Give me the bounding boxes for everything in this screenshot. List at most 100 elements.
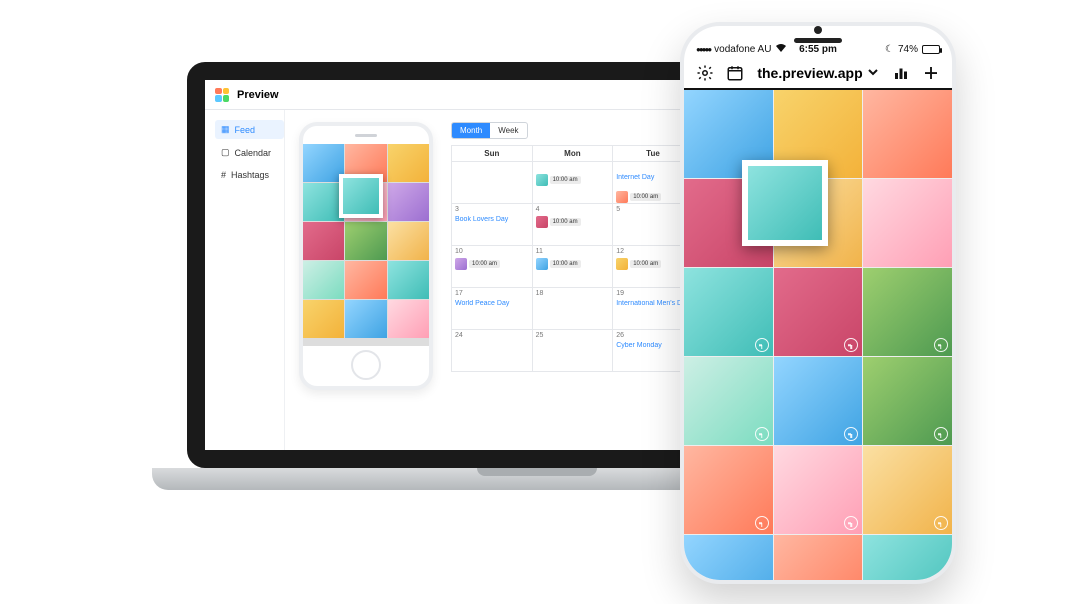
feed-cell[interactable]	[863, 446, 952, 534]
chevron-down-icon	[867, 65, 879, 81]
day-number: 26	[616, 332, 624, 339]
sidebar-item-label: Feed	[235, 125, 256, 135]
calendar-cell[interactable]: 17 World Peace Day	[452, 288, 533, 330]
scheduled-post[interactable]: 10:00 am	[536, 174, 610, 186]
calendar-cell[interactable]: 4 10:00 am	[533, 204, 614, 246]
day-number: 24	[455, 332, 463, 339]
calendar-event[interactable]: International Men's Day	[616, 300, 690, 307]
calendar-cell[interactable]: 3 Book Lovers Day	[452, 204, 533, 246]
battery-pct: 74%	[898, 44, 918, 55]
calendar-cell[interactable]: 11 10:00 am	[533, 246, 614, 288]
status-bar: ●●●●● vodafone AU 6:55 pm ☾ 74%	[684, 43, 952, 56]
calendar-cell[interactable]: 10 10:00 am	[452, 246, 533, 288]
day-number: 3	[455, 206, 459, 213]
feed-cell[interactable]	[863, 357, 952, 445]
scheduled-post[interactable]: 10:00 am	[616, 191, 690, 203]
post-time: 10:00 am	[550, 176, 581, 184]
feed-cell[interactable]	[684, 446, 773, 534]
mini-phone-preview	[299, 122, 433, 390]
sidebar-item-calendar[interactable]: ▢ Calendar	[215, 143, 284, 162]
view-month[interactable]: Month	[452, 123, 490, 138]
sidebar-item-label: Hashtags	[231, 170, 269, 180]
hashtags-icon: #	[221, 170, 226, 180]
scheduled-post[interactable]: 10:00 am	[616, 258, 690, 270]
feed-cell[interactable]	[345, 261, 386, 299]
add-icon[interactable]	[922, 64, 940, 82]
scheduled-clock-icon	[934, 338, 948, 352]
feed-cell[interactable]	[774, 446, 863, 534]
scheduled-clock-icon	[844, 427, 858, 441]
feed-cell[interactable]	[388, 144, 429, 182]
battery-icon	[922, 45, 940, 54]
day-number: 10	[455, 248, 463, 255]
signal-icon: ●●●●●	[696, 45, 710, 54]
post-time: 10:00 am	[630, 260, 661, 268]
calendar-cell[interactable]: 25	[533, 330, 614, 372]
feed-cell[interactable]	[388, 222, 429, 260]
feed-cell[interactable]	[345, 222, 386, 260]
scheduled-clock-icon	[934, 427, 948, 441]
feed-cell[interactable]	[863, 179, 952, 267]
scheduled-clock-icon	[844, 516, 858, 530]
feed-cell[interactable]	[388, 300, 429, 338]
feed-cell[interactable]	[388, 183, 429, 221]
feed-cell[interactable]	[863, 90, 952, 178]
feed-cell[interactable]	[774, 268, 863, 356]
calendar-event[interactable]: Book Lovers Day	[455, 216, 529, 223]
day-number: 18	[536, 290, 544, 297]
app-header: the.preview.app	[684, 56, 952, 90]
day-number: 12	[616, 248, 624, 255]
day-number: 19	[616, 290, 624, 297]
feed-cell[interactable]	[303, 222, 344, 260]
calendar-icon: ▢	[221, 147, 230, 158]
day-number: 4	[536, 206, 540, 213]
phone-mockup: ●●●●● vodafone AU 6:55 pm ☾ 74% the.prev…	[680, 22, 956, 584]
feed-cell[interactable]	[303, 300, 344, 338]
feed-cell[interactable]	[345, 300, 386, 338]
calendar-cell[interactable]: 10:00 am	[533, 162, 614, 204]
calendar-cell[interactable]: 18	[533, 288, 614, 330]
calendar-cell[interactable]	[452, 162, 533, 204]
username-dropdown[interactable]: the.preview.app	[757, 65, 878, 81]
app-title: Preview	[237, 89, 279, 101]
calendar-event[interactable]: World Peace Day	[455, 300, 529, 307]
calendar-cell[interactable]: 24	[452, 330, 533, 372]
day-header: Sun	[452, 146, 533, 162]
day-number: 11	[536, 248, 543, 255]
analytics-icon[interactable]	[892, 64, 910, 82]
feed-cell[interactable]	[684, 357, 773, 445]
scheduled-clock-icon	[755, 338, 769, 352]
moon-icon: ☾	[885, 44, 894, 55]
feed-icon: ▦	[221, 124, 230, 135]
sidebar: ▦ Feed ▢ Calendar # Hashtags	[205, 110, 285, 450]
post-time: 10:00 am	[550, 260, 581, 268]
feed-cell[interactable]	[303, 261, 344, 299]
phone-hardware-top	[684, 26, 952, 43]
scheduled-post[interactable]: 10:00 am	[536, 216, 610, 228]
feed-cell[interactable]	[388, 261, 429, 299]
feed-cell[interactable]	[774, 357, 863, 445]
day-header: Mon	[533, 146, 614, 162]
calendar-event[interactable]: Internet Day	[616, 174, 690, 181]
calendar-icon[interactable]	[726, 64, 744, 82]
scheduled-post[interactable]: 10:00 am	[455, 258, 529, 270]
settings-icon[interactable]	[696, 64, 714, 82]
dragged-tile[interactable]	[742, 160, 828, 246]
scheduled-post[interactable]: 10:00 am	[536, 258, 610, 270]
feed-cell[interactable]	[684, 535, 773, 584]
day-number: 17	[455, 290, 463, 297]
calendar-event[interactable]: Cyber Monday	[616, 342, 690, 349]
feed-cell[interactable]	[863, 535, 952, 584]
feed-cell[interactable]	[684, 268, 773, 356]
dragged-tile[interactable]	[339, 174, 383, 218]
sidebar-item-hashtags[interactable]: # Hashtags	[215, 166, 284, 184]
view-toggle[interactable]: Month Week	[451, 122, 528, 139]
view-week[interactable]: Week	[490, 123, 526, 138]
feed-cell[interactable]	[774, 535, 863, 584]
wifi-icon	[775, 43, 787, 56]
scheduled-clock-icon	[755, 427, 769, 441]
feed-cell[interactable]	[863, 268, 952, 356]
sidebar-item-feed[interactable]: ▦ Feed	[215, 120, 284, 139]
sidebar-item-label: Calendar	[235, 148, 272, 158]
username-label: the.preview.app	[757, 65, 862, 81]
